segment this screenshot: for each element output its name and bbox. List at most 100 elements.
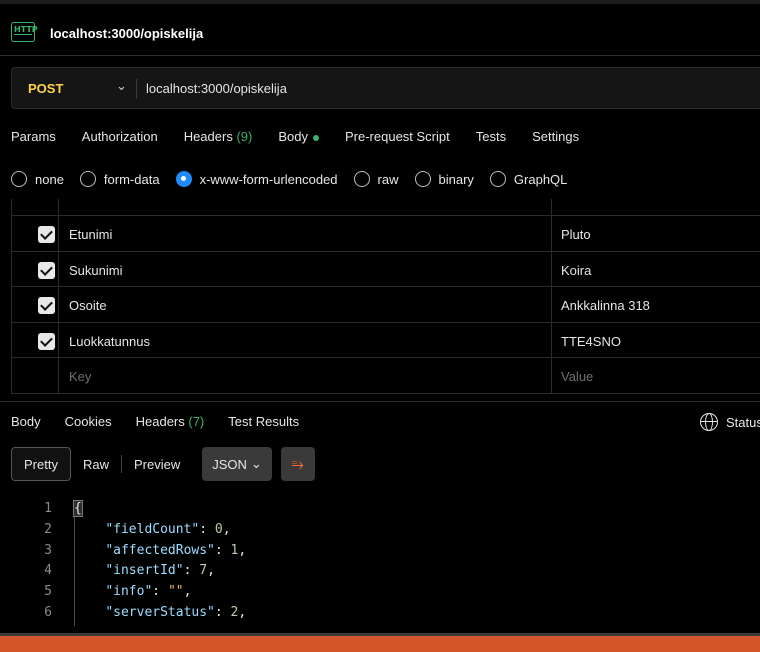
param-key[interactable]: Sukunimi — [69, 263, 122, 278]
brace: { — [73, 500, 83, 517]
json-key: "info" — [105, 584, 153, 600]
headers-count: (7) — [188, 414, 205, 429]
tab-pre-request-script[interactable]: Pre-request Script — [345, 129, 450, 144]
new-value-input[interactable]: Value — [561, 369, 593, 384]
checkbox-cell — [11, 251, 59, 286]
param-value[interactable]: Koira — [561, 263, 591, 278]
tab-label: Settings — [532, 129, 580, 144]
request-tab-bar: HTTP localhost:3000/opiskelija — [0, 4, 760, 56]
json-value: 1 — [230, 542, 239, 558]
radio-none[interactable]: none — [11, 171, 64, 187]
row-checkbox[interactable] — [38, 261, 55, 279]
value-cell — [551, 199, 760, 215]
tab-body[interactable]: Body — [278, 129, 319, 144]
param-key[interactable]: Luokkatunnus — [69, 334, 150, 349]
value-cell: Value — [551, 358, 760, 393]
json-label: JSON — [212, 456, 247, 472]
code-line: 4 "insertId": 7, — [0, 561, 760, 582]
tab-label: Body — [11, 414, 41, 429]
value-cell: TTE4SNO — [551, 322, 760, 357]
response-tabs: Body Cookies Headers (7) Test Results — [11, 414, 323, 429]
tab-label: Headers — [183, 129, 233, 144]
radio-circle-icon — [489, 171, 506, 187]
code-line: 2 "fieldCount": 0, — [0, 520, 760, 541]
radio-label: none — [35, 171, 64, 187]
raw-button[interactable]: Raw — [71, 447, 121, 481]
radio-circle-icon — [414, 171, 431, 187]
code-text: "info": "", — [105, 584, 192, 600]
taskbar-strip — [0, 636, 760, 652]
response-divider[interactable] — [0, 401, 760, 402]
checkbox-cell — [11, 199, 59, 215]
tab-params[interactable]: Params — [11, 129, 56, 144]
tab-label: Body — [278, 129, 308, 144]
code-text: { — [73, 500, 83, 517]
format-bar: Pretty Raw Preview JSON ⌄ ⥱ — [11, 447, 315, 481]
tab-label: Test Results — [228, 414, 300, 429]
radio-form-data[interactable]: form-data — [79, 171, 160, 187]
body-type-radios: none form-data x-www-form-urlencoded raw… — [11, 171, 583, 187]
chevron-down-icon[interactable]: ⌄ — [116, 78, 127, 94]
row-checkbox[interactable] — [38, 226, 55, 243]
code-text: "insertId": 7, — [105, 563, 215, 579]
radio-label: x-www-form-urlencoded — [199, 171, 338, 187]
json-key: "insertId" — [105, 563, 184, 579]
table-row: Osoite Ankkalinna 318 — [11, 287, 760, 323]
row-checkbox[interactable] — [38, 297, 55, 314]
request-tabs: Params Authorization Headers (9) Body Pr… — [11, 129, 605, 144]
json-value: 0 — [214, 521, 223, 537]
value-cell: Ankkalinna 318 — [551, 287, 760, 322]
line-number: 1 — [44, 501, 52, 516]
code-line: 1 { — [0, 499, 760, 520]
preview-button[interactable]: Preview — [122, 447, 192, 481]
code-text: "serverStatus": 2, — [105, 604, 247, 620]
tab-authorization[interactable]: Authorization — [82, 129, 158, 144]
tab-test-results[interactable]: Test Results — [228, 414, 299, 429]
json-value: 2 — [230, 604, 239, 620]
json-key: "fieldCount" — [105, 521, 200, 537]
code-text: "affectedRows": 1, — [105, 542, 247, 558]
param-key[interactable]: Osoite — [69, 298, 107, 313]
json-value: "" — [167, 584, 184, 600]
url-input[interactable]: localhost:3000/opiskelija — [146, 81, 287, 96]
wrap-lines-icon[interactable]: ⥱ — [280, 447, 315, 481]
table-row: Key Value — [11, 358, 760, 394]
radio-raw[interactable]: raw — [353, 171, 399, 187]
radio-circle-icon — [353, 171, 370, 187]
tab-headers[interactable]: Headers (9) — [184, 129, 253, 144]
tab-cookies[interactable]: Cookies — [65, 414, 112, 429]
tab-settings[interactable]: Settings — [532, 129, 579, 144]
new-key-input[interactable]: Key — [69, 369, 91, 384]
radio-label: raw — [377, 171, 399, 187]
json-value: 7 — [199, 563, 208, 579]
headers-count: (9) — [236, 129, 253, 144]
status-area[interactable]: Status — [700, 413, 760, 431]
radio-graphql[interactable]: GraphQL — [489, 171, 567, 187]
radio-x-www-form-urlencoded[interactable]: x-www-form-urlencoded — [175, 171, 338, 187]
radio-binary[interactable]: binary — [414, 171, 474, 187]
json-format-select[interactable]: JSON ⌄ — [202, 447, 272, 481]
method-select[interactable]: POST — [28, 81, 63, 96]
globe-icon — [700, 413, 718, 431]
value-cell: Koira — [551, 251, 760, 286]
line-number: 3 — [44, 542, 52, 558]
param-key[interactable]: Etunimi — [69, 227, 112, 242]
tab-response-headers[interactable]: Headers (7) — [136, 414, 205, 429]
checkbox-cell — [11, 322, 59, 357]
tab-tests[interactable]: Tests — [476, 129, 506, 144]
http-icon: HTTP — [11, 22, 38, 42]
tab-response-body[interactable]: Body — [11, 414, 41, 429]
tab-label: Cookies — [64, 414, 112, 429]
request-tab-title[interactable]: localhost:3000/opiskelija — [50, 26, 203, 41]
row-checkbox[interactable] — [38, 332, 55, 350]
param-value[interactable]: Pluto — [561, 227, 591, 242]
params-table: Etunimi Pluto Sukunimi Koira Osoite Ankk… — [11, 199, 760, 394]
line-number: 6 — [44, 604, 52, 620]
param-value[interactable]: Ankkalinna 318 — [561, 298, 650, 313]
url-bar: POST ⌄ localhost:3000/opiskelija — [11, 67, 760, 109]
status-label: Status — [726, 414, 760, 430]
param-value[interactable]: TTE4SNO — [561, 334, 621, 349]
line-number: 5 — [44, 584, 52, 600]
url-divider — [136, 79, 137, 99]
pretty-button[interactable]: Pretty — [11, 447, 71, 481]
